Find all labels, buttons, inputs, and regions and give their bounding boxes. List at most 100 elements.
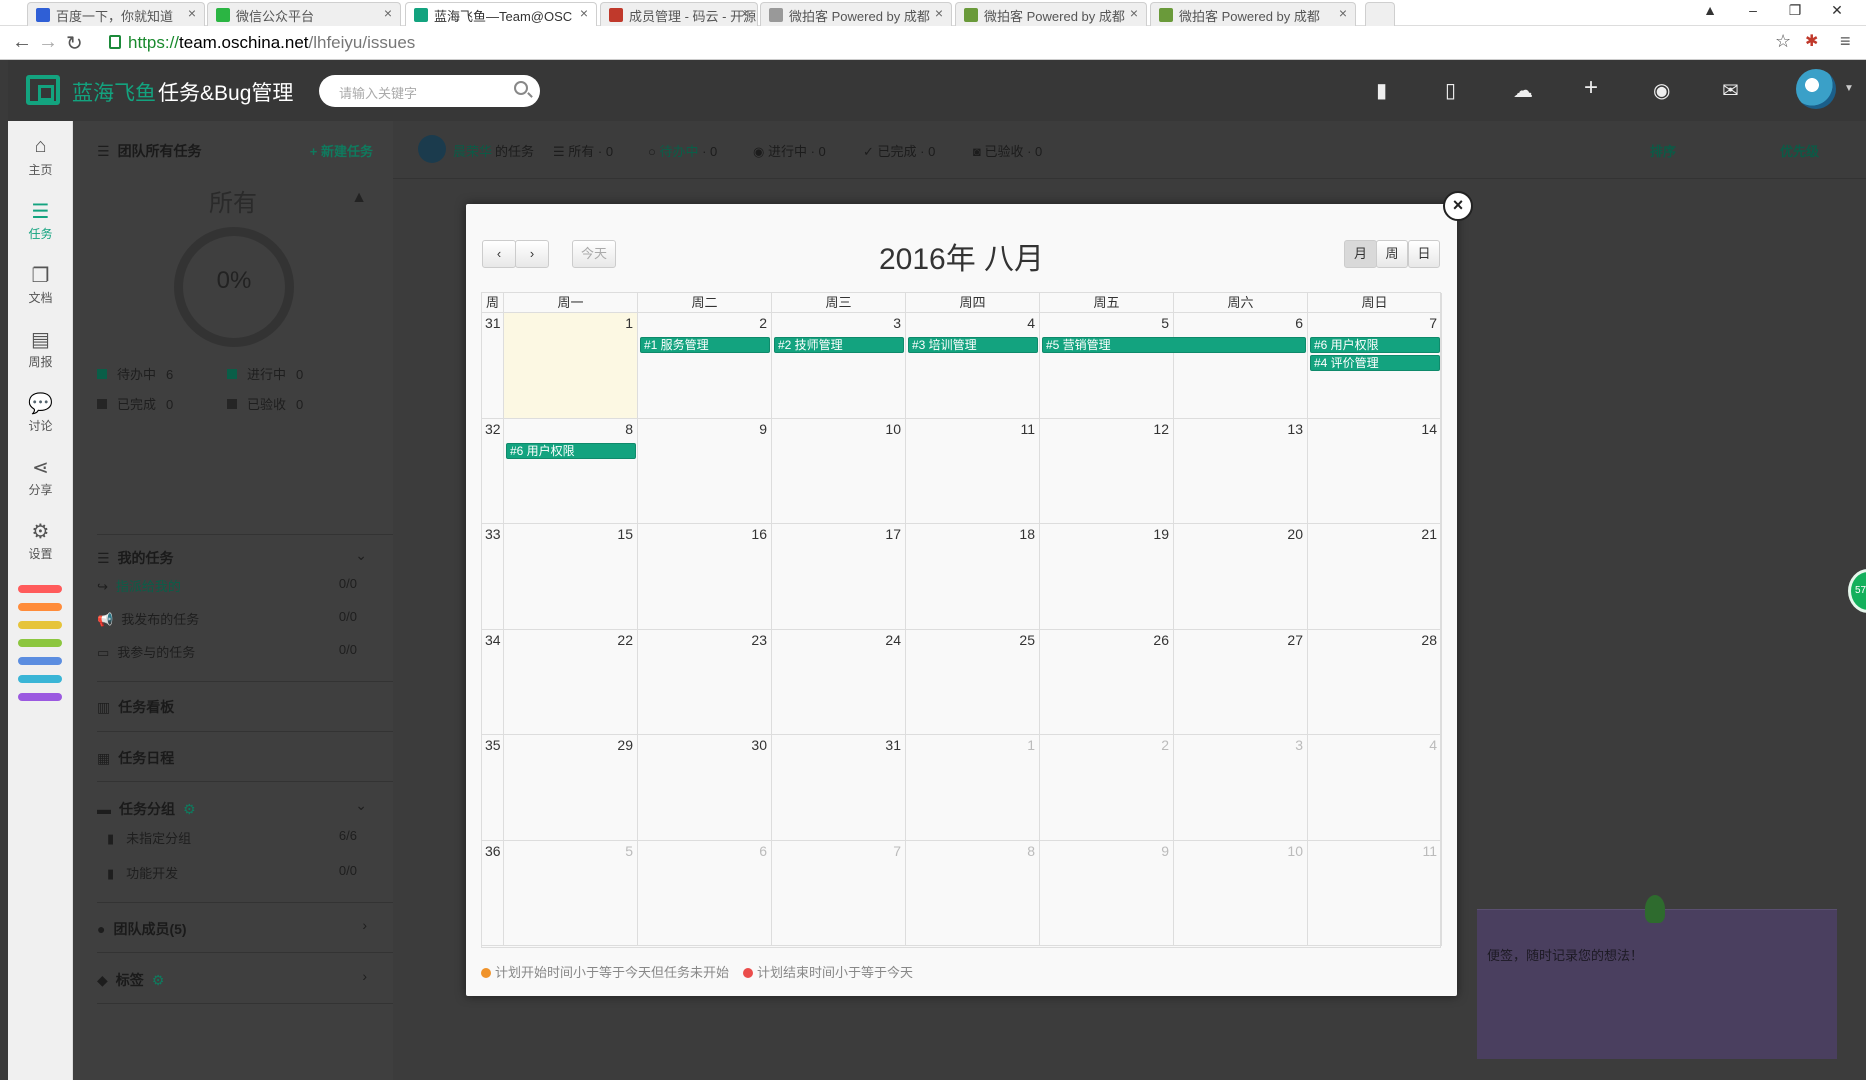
group-item[interactable]: ▮ 未指定分组 <box>107 828 191 847</box>
bookmark-icon[interactable]: ▮ <box>1376 78 1387 103</box>
browser-tab[interactable]: 成员管理 - 码云 - 开源中 × <box>600 2 758 26</box>
tab-close-icon[interactable]: × <box>580 5 588 21</box>
new-tab-button[interactable] <box>1365 2 1395 26</box>
extension-icon[interactable]: ✱ <box>1805 31 1818 51</box>
calendar-event[interactable]: #6 用户权限 <box>1310 337 1440 353</box>
eye-icon[interactable]: ◉ <box>1653 78 1670 103</box>
day-cell[interactable]: 28 <box>1308 629 1442 735</box>
day-cell[interactable]: 1 <box>504 313 638 419</box>
chart-icon[interactable]: ▲ <box>351 189 367 207</box>
chevron-down-icon[interactable]: ▼ <box>1844 83 1854 94</box>
wechat-icon[interactable]: ☁ <box>1513 78 1533 103</box>
color-swatch[interactable] <box>18 585 62 593</box>
day-cell[interactable]: 23 <box>638 629 772 735</box>
day-cell[interactable]: 16 <box>638 524 772 630</box>
day-cell[interactable]: 2 <box>1040 735 1174 841</box>
my-task-item[interactable]: ▭ 我参与的任务 <box>97 642 195 661</box>
view-week-button[interactable]: 周 <box>1376 240 1408 268</box>
day-cell[interactable]: 4 <box>1308 735 1442 841</box>
tab-close-icon[interactable]: × <box>188 5 196 21</box>
day-cell[interactable]: 27 <box>1174 629 1308 735</box>
color-swatch[interactable] <box>18 693 62 701</box>
calendar-event[interactable]: #3 培训管理 <box>908 337 1038 353</box>
tags-link[interactable]: ◆ 标签 ⚙ <box>97 970 164 990</box>
search-input[interactable]: 请输入关键字 <box>319 75 540 107</box>
forward-icon[interactable]: → <box>38 31 58 54</box>
day-cell[interactable]: 9 <box>638 418 772 524</box>
user-icon[interactable]: ▲ <box>1695 2 1725 24</box>
accepted-filter[interactable]: ◙ 已验收 · 0 <box>973 141 1042 160</box>
day-cell[interactable]: 7 <box>772 840 906 946</box>
view-day-button[interactable]: 日 <box>1408 240 1440 268</box>
day-cell[interactable]: 17 <box>772 524 906 630</box>
day-cell[interactable]: 19 <box>1040 524 1174 630</box>
color-swatch[interactable] <box>18 639 62 647</box>
day-cell[interactable]: 8 <box>504 418 638 524</box>
day-cell[interactable]: 6 <box>638 840 772 946</box>
day-cell[interactable]: 15 <box>504 524 638 630</box>
color-swatch[interactable] <box>18 621 62 629</box>
day-cell[interactable]: 3 <box>1174 735 1308 841</box>
day-cell[interactable]: 26 <box>1040 629 1174 735</box>
day-cell[interactable]: 11 <box>1308 840 1442 946</box>
menu-icon[interactable]: ≡ <box>1840 31 1851 52</box>
color-swatch[interactable] <box>18 675 62 683</box>
day-cell[interactable]: 6 <box>1174 313 1308 419</box>
my-tasks-header[interactable]: ☰ 我的任务 <box>97 548 174 568</box>
day-cell[interactable]: 18 <box>906 524 1040 630</box>
calendar-event[interactable]: #1 服务管理 <box>640 337 770 353</box>
browser-tab[interactable]: 百度一下，你就知道 × <box>27 2 205 26</box>
day-cell[interactable]: 10 <box>1174 840 1308 946</box>
chevron-down-icon[interactable]: ⌄ <box>355 547 367 564</box>
tab-close-icon[interactable]: × <box>1130 5 1138 21</box>
calendar-event[interactable]: #5 营销管理 <box>1042 337 1306 353</box>
stat-item[interactable]: 已验收 0 <box>227 394 303 413</box>
task-schedule-link[interactable]: ▦ 任务日程 <box>97 748 174 768</box>
view-month-button[interactable]: 月 <box>1344 240 1377 268</box>
gear-icon[interactable]: ⚙ <box>152 972 165 988</box>
stat-item[interactable]: 已完成 0 <box>97 394 173 413</box>
nav-item-tasks[interactable]: ☰ 任务 <box>8 191 73 255</box>
browser-tab[interactable]: 微信公众平台 × <box>207 2 401 26</box>
plus-icon[interactable]: + <box>1584 74 1598 102</box>
owner-avatar[interactable] <box>418 135 446 163</box>
my-task-item[interactable]: 📢 我发布的任务 <box>97 609 199 628</box>
avatar[interactable] <box>1796 69 1836 109</box>
product-name[interactable]: 任务&Bug管理 <box>158 77 293 107</box>
nav-item-report[interactable]: ▤ 周报 <box>8 319 73 383</box>
day-cell[interactable]: 3 <box>772 313 906 419</box>
sort-button[interactable]: 排序 <box>1650 141 1676 160</box>
stat-item[interactable]: 进行中 0 <box>227 364 303 383</box>
my-task-item[interactable]: ↪ 指派给我的 <box>97 576 181 595</box>
chevron-right-icon[interactable]: › <box>362 917 367 933</box>
browser-tab[interactable]: 微拍客 Powered by 成都 × <box>955 2 1147 26</box>
browser-tab[interactable]: 微拍客 Powered by 成都 × <box>1150 2 1356 26</box>
day-cell[interactable]: 10 <box>772 418 906 524</box>
chevron-down-icon[interactable]: ⌄ <box>355 797 367 814</box>
color-swatch[interactable] <box>18 657 62 665</box>
nav-item-settings[interactable]: ⚙ 设置 <box>8 511 73 575</box>
calendar-event[interactable]: #2 技师管理 <box>774 337 904 353</box>
star-icon[interactable]: ☆ <box>1775 31 1791 52</box>
day-cell[interactable]: 11 <box>906 418 1040 524</box>
brand-logo-icon[interactable] <box>26 75 60 105</box>
day-cell[interactable]: 14 <box>1308 418 1442 524</box>
chevron-right-icon[interactable]: › <box>362 968 367 984</box>
done-filter[interactable]: ✓ 已完成 · 0 <box>863 141 935 160</box>
browser-tab[interactable]: 蓝海飞鱼—Team@OSC × <box>405 2 597 26</box>
nav-item-home[interactable]: ⌂ 主页 <box>8 127 73 191</box>
nav-item-discussion[interactable]: 💬 讨论 <box>8 383 73 447</box>
mobile-icon[interactable]: ▯ <box>1445 78 1456 103</box>
task-groups-header[interactable]: ▬ 任务分组 ⚙ <box>97 799 196 819</box>
day-cell[interactable]: 9 <box>1040 840 1174 946</box>
nav-item-share[interactable]: ⋖ 分享 <box>8 447 73 511</box>
day-cell[interactable]: 31 <box>772 735 906 841</box>
brand-name[interactable]: 蓝海飞鱼 <box>72 77 156 107</box>
day-cell[interactable]: 25 <box>906 629 1040 735</box>
calendar-event[interactable]: #6 用户权限 <box>506 442 636 459</box>
day-cell[interactable]: 1 <box>906 735 1040 841</box>
color-swatch[interactable] <box>18 603 62 611</box>
day-cell[interactable]: 8 <box>906 840 1040 946</box>
day-cell[interactable]: 5 <box>504 840 638 946</box>
doing-filter[interactable]: ◉ 进行中 · 0 <box>753 141 826 160</box>
